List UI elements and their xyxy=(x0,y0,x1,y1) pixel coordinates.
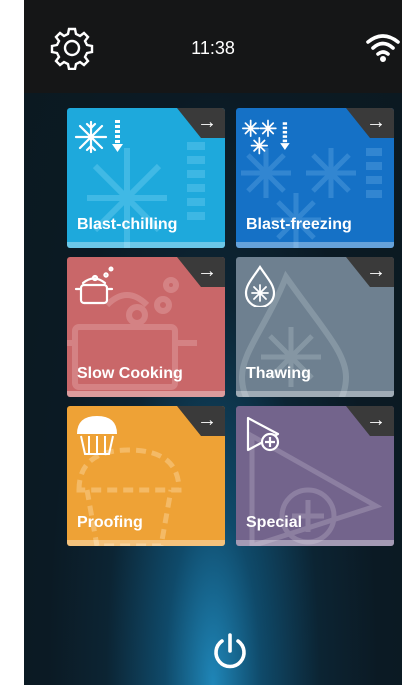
tile-bottom-strip xyxy=(67,242,225,248)
power-icon[interactable] xyxy=(210,631,250,671)
tile-label: Blast-chilling xyxy=(77,216,178,233)
three-snowflakes-thermometer-icon xyxy=(242,119,290,155)
tile-proofing[interactable]: → Proofing xyxy=(67,406,225,546)
arrow-right-icon: → xyxy=(366,260,386,282)
tile-label: Thawing xyxy=(246,365,311,382)
tile-bottom-strip xyxy=(236,242,394,248)
tile-blast-chilling[interactable]: → Blast-chilling xyxy=(67,108,225,248)
muffin-icon xyxy=(77,416,117,455)
arrow-right-icon: → xyxy=(366,111,386,133)
tile-slow-cooking[interactable]: → Slow Cooking xyxy=(67,257,225,397)
arrow-right-icon: → xyxy=(197,260,217,282)
tile-bottom-strip xyxy=(67,391,225,397)
arrow-right-icon: → xyxy=(197,409,217,431)
tile-bottom-strip xyxy=(236,391,394,397)
wifi-icon xyxy=(366,34,400,62)
snowflake-thermometer-icon xyxy=(74,120,123,154)
device-screen: 11:38 → Blast-chilling → Blast-freezing … xyxy=(24,0,402,685)
cooking-pot-icon xyxy=(74,266,114,305)
tile-bottom-strip xyxy=(67,540,225,546)
arrow-right-icon: → xyxy=(197,111,217,133)
clock: 11:38 xyxy=(191,38,235,58)
arrow-right-icon: → xyxy=(366,409,386,431)
status-bar: 11:38 xyxy=(24,0,402,93)
droplet-snowflake-icon xyxy=(244,265,276,307)
tile-bottom-strip xyxy=(236,540,394,546)
tile-special[interactable]: → Special xyxy=(236,406,394,546)
tile-label: Blast-freezing xyxy=(246,216,352,233)
tile-label: Slow Cooking xyxy=(77,365,183,382)
tile-thawing[interactable]: → Thawing xyxy=(236,257,394,397)
tile-blast-freezing[interactable]: → Blast-freezing xyxy=(236,108,394,248)
play-plus-icon xyxy=(246,416,280,452)
tile-label: Proofing xyxy=(77,514,143,531)
tile-label: Special xyxy=(246,514,303,531)
